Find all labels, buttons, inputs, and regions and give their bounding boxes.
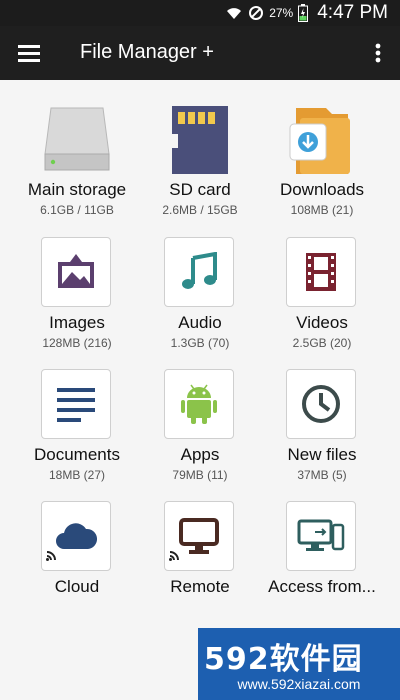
tile-access-from[interactable]: Access from... — [257, 477, 387, 607]
watermark-url: www.592xiazai.com — [237, 676, 361, 692]
document-lines-icon — [41, 369, 113, 441]
tile-images[interactable]: Images 128MB (216) — [12, 213, 142, 350]
app-bar: File Manager + — [0, 26, 400, 80]
tile-label: Videos — [296, 313, 348, 332]
wifi-icon — [225, 5, 243, 21]
tile-label: Cloud — [54, 577, 100, 596]
battery-icon — [298, 4, 309, 22]
images-icon — [41, 237, 113, 309]
clock-icon — [286, 369, 358, 441]
tile-label: Access from... — [268, 577, 376, 596]
tile-label: Audio — [178, 313, 222, 332]
status-icons: 27% 4:47 PM — [225, 0, 388, 26]
sd-card-icon — [164, 104, 236, 176]
devices-icon — [286, 501, 358, 573]
tile-downloads[interactable]: Downloads 108MB (21) — [257, 80, 387, 217]
downloads-folder-icon — [286, 104, 358, 176]
battery-percent: 27% — [269, 6, 294, 20]
watermark-banner: 592软件园 www.592xiazai.com — [198, 628, 400, 700]
cast-icon — [169, 547, 183, 566]
watermark-logo: 592软件园 — [204, 642, 363, 677]
tile-new-files[interactable]: New files 37MB (5) — [257, 345, 387, 482]
tile-label: Downloads — [279, 180, 365, 199]
tile-label: New files — [287, 445, 357, 464]
android-icon — [164, 369, 236, 441]
app-title: File Manager + — [80, 41, 214, 63]
tile-audio[interactable]: Audio 1.3GB (70) — [135, 213, 265, 350]
location-grid: Main storage 6.1GB / 11GB SD card 2.6MB … — [0, 80, 400, 620]
tile-documents[interactable]: Documents 18MB (27) — [12, 345, 142, 482]
film-strip-icon — [286, 237, 358, 309]
more-options-icon[interactable] — [370, 39, 386, 67]
tile-main-storage[interactable]: Main storage 6.1GB / 11GB — [12, 80, 142, 217]
tile-cloud[interactable]: Cloud — [12, 477, 142, 607]
monitor-icon — [164, 501, 236, 573]
hard-drive-icon — [41, 104, 113, 176]
tile-apps[interactable]: Apps 79MB (11) — [135, 345, 265, 482]
no-sim-icon — [248, 5, 264, 21]
tile-label: Remote — [170, 577, 230, 596]
cast-icon — [46, 547, 60, 566]
tile-label: Main storage — [27, 180, 127, 199]
tile-label: Images — [49, 313, 105, 332]
tile-label: Apps — [180, 445, 220, 464]
hamburger-menu-icon[interactable] — [14, 39, 44, 67]
clock: 4:47 PM — [317, 2, 388, 23]
status-bar: 27% 4:47 PM — [0, 0, 400, 26]
cloud-icon — [41, 501, 113, 573]
tile-label: Documents — [34, 445, 120, 464]
music-note-icon — [164, 237, 236, 309]
tile-remote[interactable]: Remote — [135, 477, 265, 607]
tile-label: SD card — [169, 180, 231, 199]
tile-sd-card[interactable]: SD card 2.6MB / 15GB — [135, 80, 265, 217]
tile-videos[interactable]: Videos 2.5GB (20) — [257, 213, 387, 350]
